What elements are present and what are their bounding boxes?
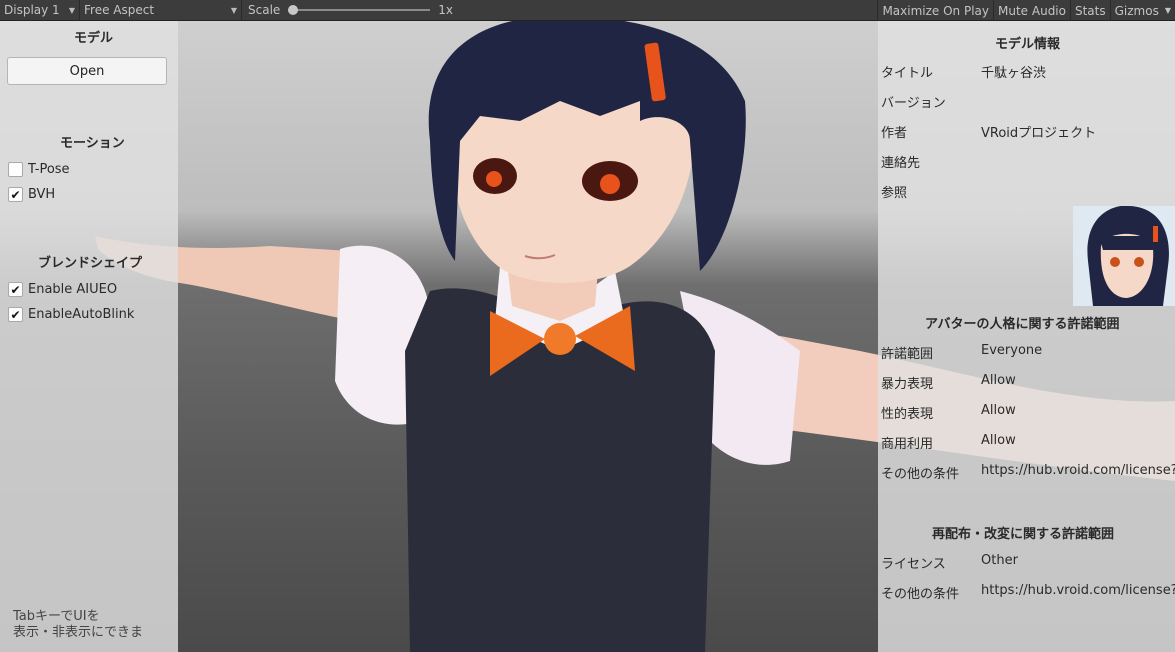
- enable-aiueo-checkbox[interactable]: ✔ Enable AIUEO: [8, 282, 117, 297]
- info-row-reference: 参照: [881, 186, 908, 201]
- stats-button[interactable]: Stats: [1069, 0, 1110, 21]
- bow-knot: [544, 323, 576, 355]
- motion-section-title: モーション: [60, 136, 125, 151]
- chevron-down-icon: ▼: [1164, 6, 1171, 15]
- persona-row-commercial: 商用利用 Allow: [881, 433, 1016, 452]
- tpose-checkbox[interactable]: T-Pose: [8, 162, 70, 177]
- gizmos-dropdown[interactable]: Gizmos ▼: [1109, 0, 1175, 21]
- model-info-title: モデル情報: [995, 37, 1061, 52]
- chevron-down-icon: ▼: [68, 5, 75, 15]
- info-row-title: タイトル 千駄ヶ谷渋: [881, 66, 1047, 81]
- avatar-thumbnail: [1073, 206, 1175, 306]
- scale-control: Scale 1x: [242, 0, 459, 21]
- gizmos-label: Gizmos: [1114, 3, 1159, 18]
- enable-autoblink-label: EnableAutoBlink: [28, 307, 135, 322]
- persona-row-violence: 暴力表現 Allow: [881, 373, 1016, 392]
- persona-row-allowed-user: 許諾範囲 Everyone: [881, 343, 1043, 362]
- chevron-down-icon: ▼: [230, 5, 237, 15]
- info-row-contact: 連絡先: [881, 156, 921, 171]
- redist-row-other: その他の条件 https://hub.vroid.com/license?a: [881, 583, 1175, 602]
- enable-autoblink-checkbox[interactable]: ✔ EnableAutoBlink: [8, 307, 134, 322]
- aspect-label: Free Aspect: [84, 3, 155, 17]
- open-button[interactable]: Open: [7, 57, 167, 85]
- left-panel: モデル Open モーション T-Pose ✔ BVH ブレンドシェイプ ✔ E…: [0, 21, 178, 652]
- display-label: Display 1: [4, 3, 60, 17]
- bvh-label: BVH: [28, 187, 56, 202]
- scale-slider[interactable]: [288, 5, 431, 15]
- checkbox-box[interactable]: [8, 162, 23, 177]
- bvh-checkbox[interactable]: ✔ BVH: [8, 187, 55, 202]
- persona-row-other: その他の条件 https://hub.vroid.com/license?a: [881, 463, 1175, 482]
- maximize-on-play-button[interactable]: Maximize On Play: [877, 0, 993, 21]
- aspect-dropdown[interactable]: Free Aspect ▼: [80, 0, 242, 21]
- enable-aiueo-label: Enable AIUEO: [28, 282, 118, 297]
- checkmark-icon[interactable]: ✔: [8, 307, 23, 322]
- scale-slider-thumb[interactable]: [288, 5, 299, 15]
- display-dropdown[interactable]: Display 1 ▼: [0, 0, 80, 21]
- checkmark-icon[interactable]: ✔: [8, 282, 23, 297]
- mute-audio-button[interactable]: Mute Audio: [993, 0, 1070, 21]
- tpose-label: T-Pose: [28, 162, 70, 177]
- persona-permission-title: アバターの人格に関する許諾範囲: [925, 317, 1120, 332]
- redistribution-permission-title: 再配布・改変に関する許諾範囲: [932, 527, 1115, 542]
- scale-label: Scale: [248, 3, 281, 17]
- info-row-author: 作者 VRoidプロジェクト: [881, 126, 1097, 141]
- ui-toggle-hint: TabキーでUIを 表示・非表示にできま: [13, 609, 144, 640]
- game-view-toolbar: Display 1 ▼ Free Aspect ▼ Scale 1x Maxim…: [0, 0, 1175, 21]
- right-panel: モデル情報 タイトル 千駄ヶ谷渋 バージョン 作者 VRoidプロジェクト 連絡…: [878, 21, 1175, 652]
- info-row-version: バージョン: [881, 96, 946, 111]
- avatar-thumbnail-image: [1073, 206, 1175, 306]
- scale-value: 1x: [438, 3, 454, 17]
- model-section-title: モデル: [74, 31, 114, 46]
- redist-row-license: ライセンス Other: [881, 553, 1018, 572]
- persona-row-sexual: 性的表現 Allow: [881, 403, 1016, 422]
- blendshape-section-title: ブレンドシェイプ: [38, 256, 143, 271]
- checkmark-icon[interactable]: ✔: [8, 187, 23, 202]
